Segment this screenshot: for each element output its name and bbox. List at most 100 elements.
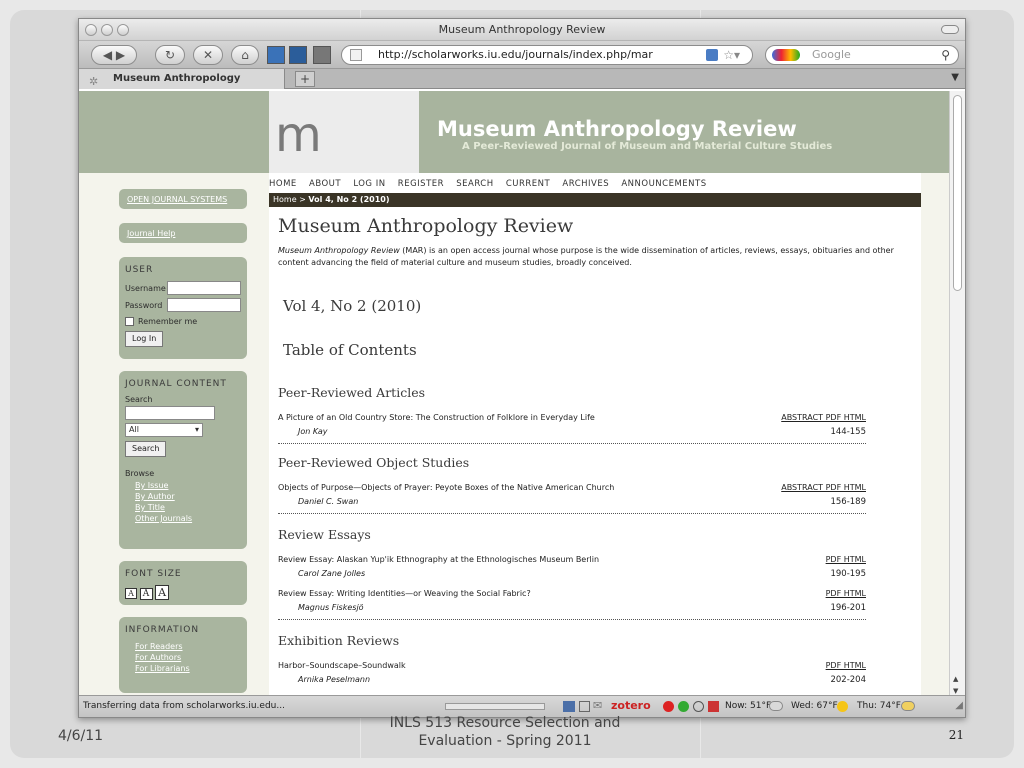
article-author: Arnika Peselmann bbox=[298, 675, 371, 684]
bookmark-icon[interactable] bbox=[267, 46, 285, 64]
scroll-up-icon[interactable]: ▲ bbox=[953, 675, 958, 683]
article-author: Magnus Fiskesjö bbox=[298, 603, 364, 612]
nav-archives[interactable]: ARCHIVES bbox=[562, 179, 609, 189]
user-heading: USER bbox=[125, 265, 154, 275]
nav-home[interactable]: HOME bbox=[269, 179, 297, 189]
article-pages: 144-155 bbox=[830, 427, 866, 437]
search-bar[interactable]: Google ⚲ bbox=[765, 45, 959, 65]
addon-icon[interactable] bbox=[289, 46, 307, 64]
star-icon[interactable]: ☆▾ bbox=[723, 46, 740, 64]
home-button[interactable]: ⌂ bbox=[231, 45, 259, 65]
article-links[interactable]: ABSTRACT PDF HTML bbox=[781, 483, 866, 492]
rss-icon[interactable] bbox=[706, 49, 718, 61]
breadcrumb: Home > Vol 4, No 2 (2010) bbox=[269, 193, 921, 207]
page-title: Museum Anthropology Review bbox=[278, 215, 574, 237]
course-line-2: Evaluation - Spring 2011 bbox=[418, 733, 592, 749]
article-links[interactable]: ABSTRACT PDF HTML bbox=[781, 413, 866, 422]
for-librarians-link[interactable]: For Librarians bbox=[135, 663, 241, 674]
article-pages: 190-195 bbox=[830, 569, 866, 579]
breadcrumb-current[interactable]: Vol 4, No 2 (2010) bbox=[308, 195, 389, 204]
article-links[interactable]: PDF HTML bbox=[826, 555, 866, 564]
window-title: Museum Anthropology Review bbox=[438, 23, 606, 36]
nav-register[interactable]: REGISTER bbox=[398, 179, 444, 189]
slide: Museum Anthropology Review ◀ ▶ ↻ ✕ ⌂ htt… bbox=[10, 10, 1014, 758]
divider bbox=[278, 443, 866, 444]
nav-announcements[interactable]: ANNOUNCEMENTS bbox=[621, 179, 706, 189]
weather-wed: Wed: 67°F bbox=[791, 701, 838, 711]
status-ok-icon[interactable] bbox=[678, 701, 689, 712]
resize-grip-icon[interactable]: ◢ bbox=[955, 696, 963, 716]
journal-header: m a r Museum Anthropology Review A Peer-… bbox=[79, 91, 951, 219]
back-forward-button[interactable]: ◀ ▶ bbox=[91, 45, 137, 65]
font-size-heading: FONT SIZE bbox=[125, 569, 182, 579]
web-page: m a r Museum Anthropology Review A Peer-… bbox=[79, 91, 951, 697]
search-scope-select[interactable]: All ▾ bbox=[125, 423, 203, 437]
page-icon bbox=[350, 49, 362, 61]
clock-icon[interactable] bbox=[693, 701, 704, 712]
toolbar-toggle-button[interactable] bbox=[941, 25, 959, 34]
section-heading: Review Essays bbox=[278, 527, 371, 542]
nav-current[interactable]: CURRENT bbox=[506, 179, 550, 189]
for-readers-link[interactable]: For Readers bbox=[135, 641, 241, 652]
cloud-icon bbox=[769, 701, 783, 711]
breadcrumb-home[interactable]: Home bbox=[273, 195, 297, 204]
tag-icon[interactable] bbox=[313, 46, 331, 64]
journal-search-button[interactable]: Search bbox=[125, 441, 167, 457]
alert-icon[interactable] bbox=[663, 701, 674, 712]
stop-icon: ✕ bbox=[202, 48, 214, 62]
article-title[interactable]: Objects of Purpose—Objects of Prayer: Pe… bbox=[278, 483, 866, 492]
article-links[interactable]: PDF HTML bbox=[826, 589, 866, 598]
login-button[interactable]: Log In bbox=[125, 331, 164, 347]
stop-button[interactable]: ✕ bbox=[193, 45, 223, 65]
font-medium-button[interactable]: A bbox=[139, 588, 153, 600]
open-journal-systems-link[interactable]: OPEN JOURNAL SYSTEMS bbox=[119, 189, 247, 209]
google-icon[interactable] bbox=[772, 49, 800, 61]
mail-icon[interactable]: ✉ bbox=[593, 696, 602, 716]
article-pages: 196-201 bbox=[830, 603, 866, 613]
tab-list-icon[interactable]: ▼ bbox=[951, 72, 959, 83]
screen-icon[interactable] bbox=[563, 701, 575, 712]
journal-subtitle: A Peer-Reviewed Journal of Museum and Ma… bbox=[462, 141, 833, 152]
nav-about[interactable]: ABOUT bbox=[309, 179, 341, 189]
slide-date: 4/6/11 bbox=[58, 728, 104, 744]
tab-museum-anthropology-review[interactable]: ✲ Museum Anthropology Review bbox=[79, 69, 285, 104]
article-title[interactable]: A Picture of an Old Country Store: The C… bbox=[278, 413, 866, 422]
zotero-label[interactable]: zotero bbox=[611, 696, 651, 716]
nav-search[interactable]: SEARCH bbox=[456, 179, 493, 189]
browse-by-issue-link[interactable]: By Issue bbox=[135, 480, 241, 491]
new-tab-button[interactable]: + bbox=[295, 71, 315, 87]
for-authors-link[interactable]: For Authors bbox=[135, 652, 241, 663]
remember-me-checkbox[interactable] bbox=[125, 317, 134, 326]
username-input[interactable] bbox=[167, 281, 241, 295]
grid-icon[interactable] bbox=[579, 701, 590, 712]
information-heading: INFORMATION bbox=[125, 625, 200, 635]
article-title[interactable]: Harbor–Soundscape–Soundwalk bbox=[278, 661, 866, 670]
scroll-down-icon[interactable]: ▼ bbox=[953, 687, 958, 695]
nav-login[interactable]: LOG IN bbox=[353, 179, 385, 189]
calendar-icon[interactable] bbox=[708, 701, 719, 712]
section-heading: Exhibition Reviews bbox=[278, 633, 400, 648]
journal-description: Museum Anthropology Review (MAR) is an o… bbox=[278, 245, 898, 269]
tab-bar: ✲ Museum Anthropology Review + ▼ bbox=[79, 69, 965, 104]
search-icon[interactable]: ⚲ bbox=[941, 46, 950, 64]
chevron-down-icon: ▾ bbox=[194, 425, 199, 434]
url-bar[interactable]: http://scholarworks.iu.edu/journals/inde… bbox=[341, 45, 753, 65]
password-input[interactable] bbox=[167, 298, 241, 312]
font-small-button[interactable]: A bbox=[125, 588, 137, 599]
information-block: INFORMATION For Readers For Authors For … bbox=[119, 617, 247, 693]
article-links[interactable]: PDF HTML bbox=[826, 661, 866, 670]
other-journals-link[interactable]: Other Journals bbox=[135, 513, 241, 524]
article-author: Jon Kay bbox=[298, 427, 328, 436]
browse-by-title-link[interactable]: By Title bbox=[135, 502, 241, 513]
font-large-button[interactable]: A bbox=[155, 585, 170, 600]
article-title[interactable]: Review Essay: Writing Identities—or Weav… bbox=[278, 589, 866, 598]
section-heading: Peer-Reviewed Articles bbox=[278, 385, 426, 400]
reload-button[interactable]: ↻ bbox=[155, 45, 185, 65]
scrollbar-thumb[interactable] bbox=[953, 95, 962, 291]
vertical-scrollbar[interactable]: ▲ ▼ bbox=[949, 91, 965, 697]
journal-help-link[interactable]: Journal Help bbox=[119, 223, 247, 243]
divider bbox=[278, 619, 866, 620]
journal-search-input[interactable] bbox=[125, 406, 215, 420]
article-title[interactable]: Review Essay: Alaskan Yup'ik Ethnography… bbox=[278, 555, 866, 564]
browse-by-author-link[interactable]: By Author bbox=[135, 491, 241, 502]
